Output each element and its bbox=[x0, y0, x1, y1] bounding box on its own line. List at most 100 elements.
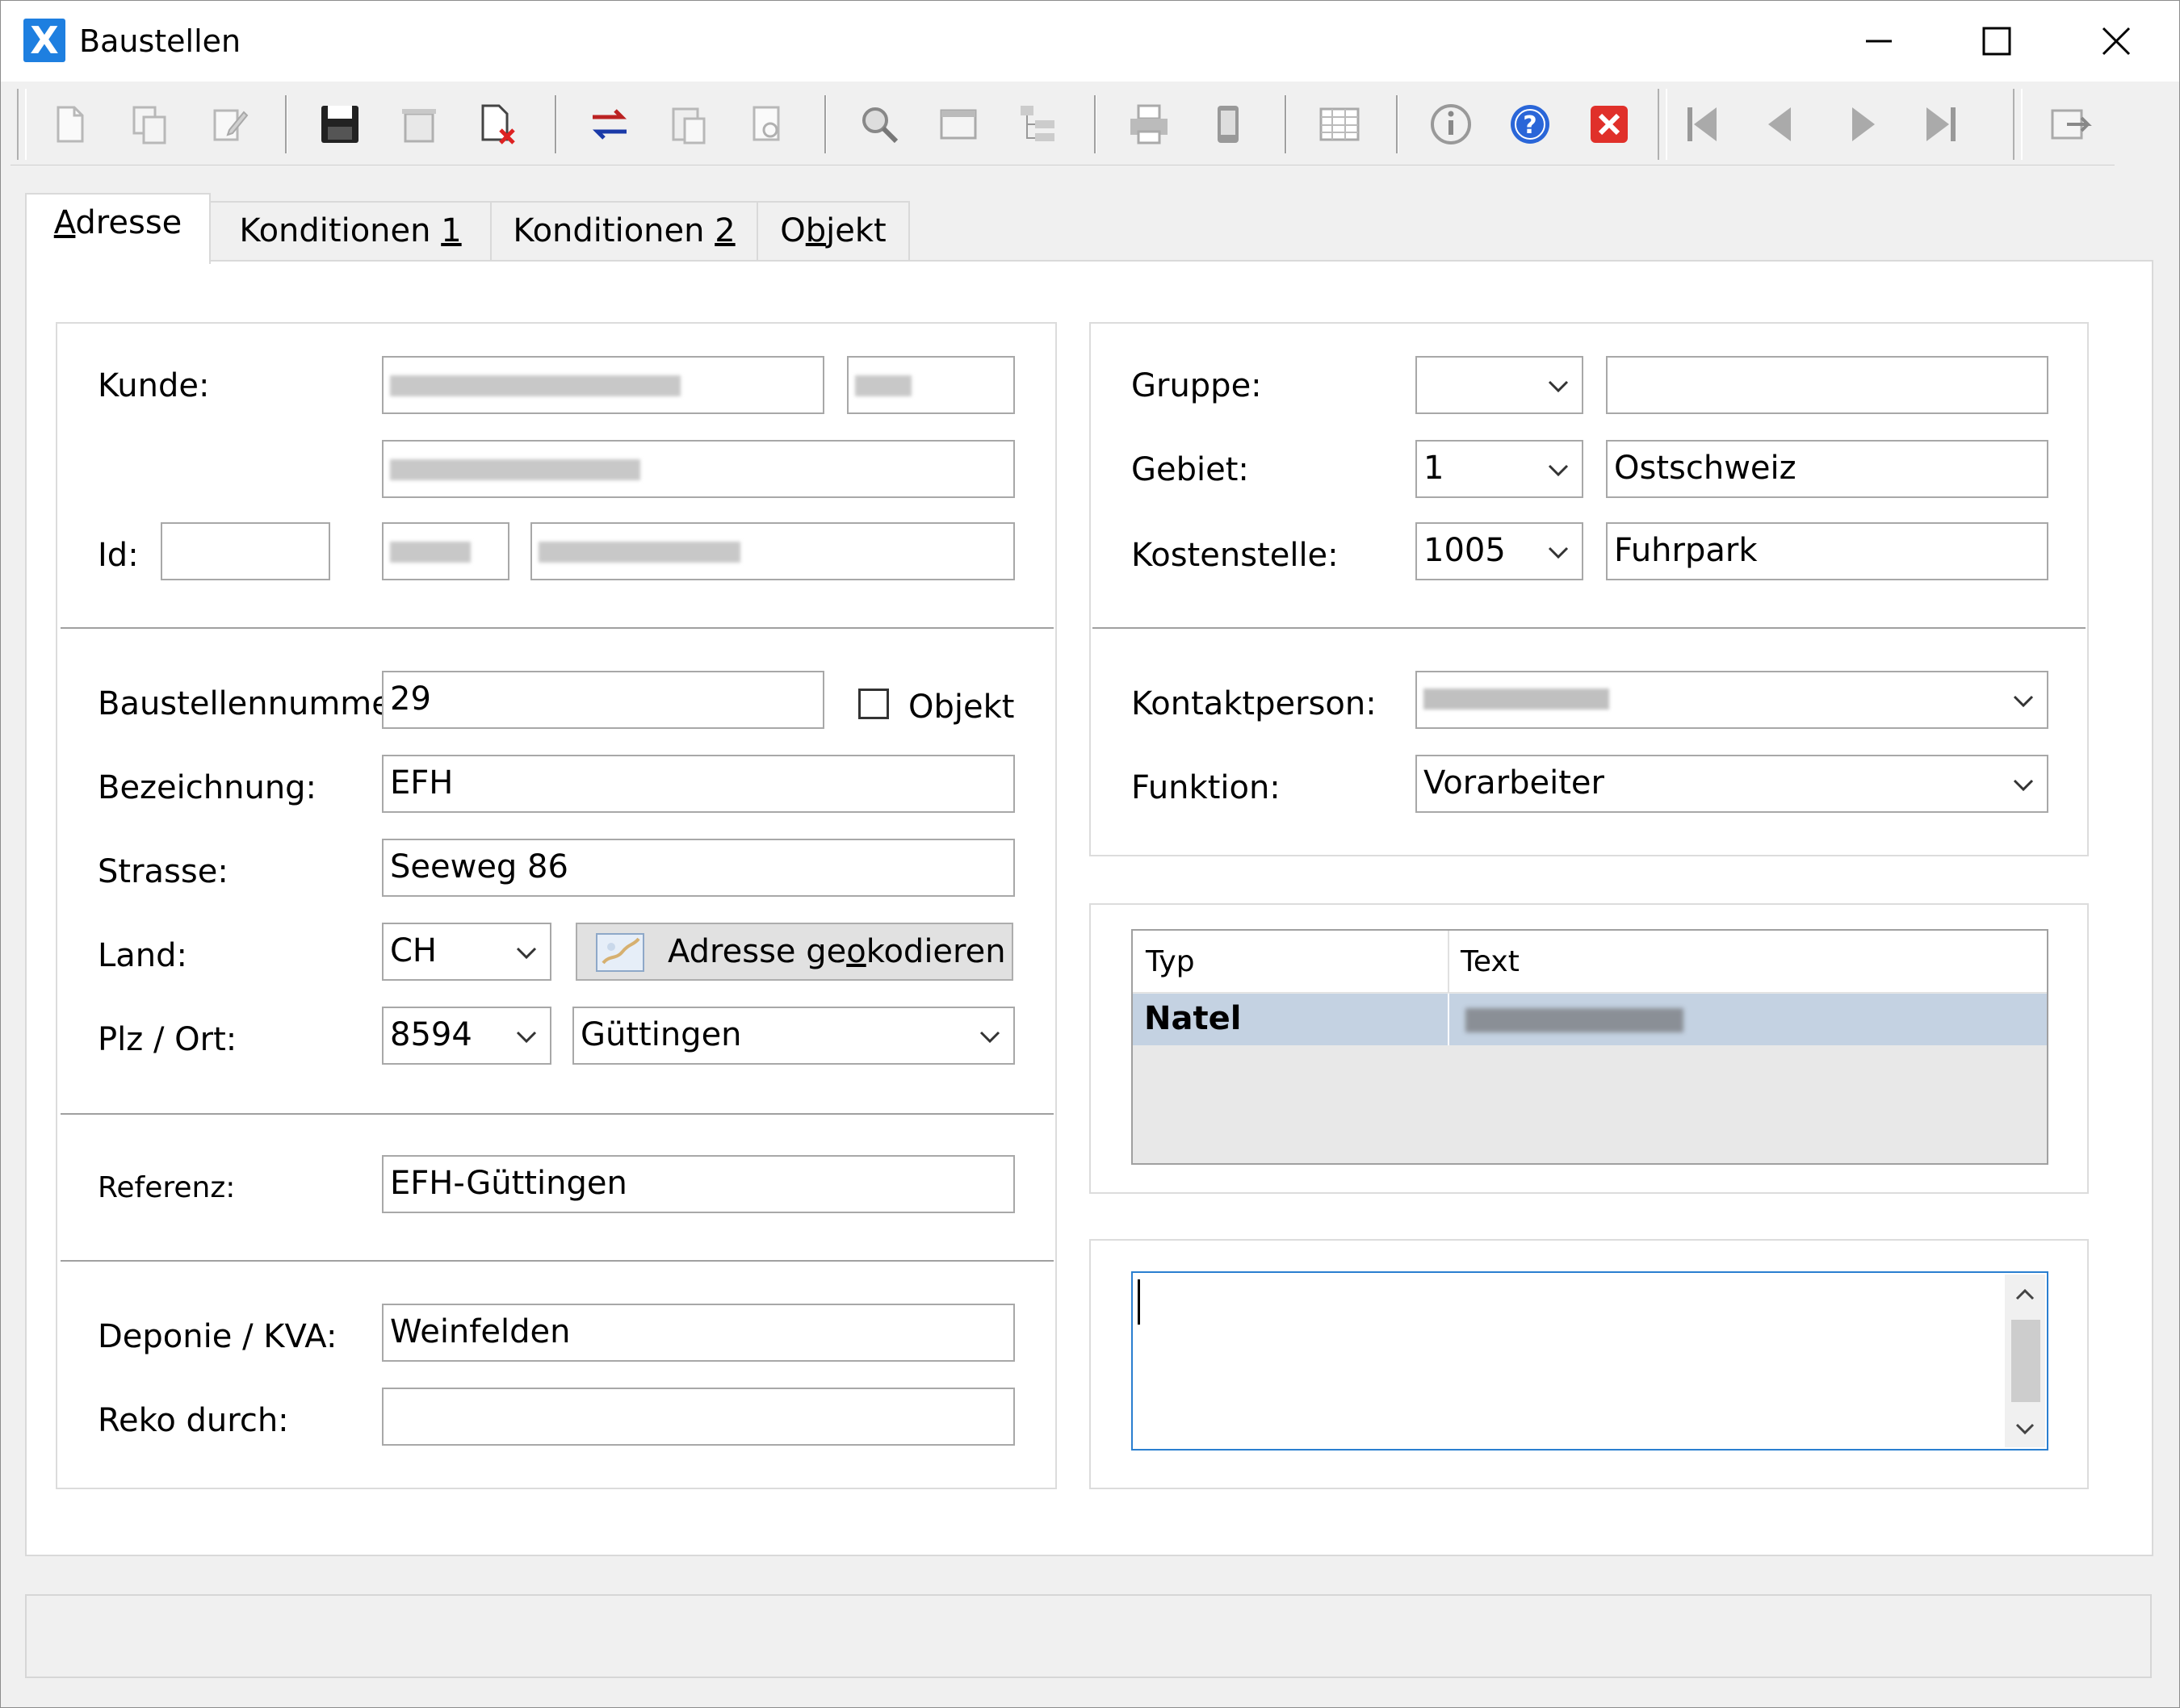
id-label: Id: bbox=[98, 537, 139, 574]
help-button[interactable]: ? bbox=[1504, 98, 1556, 150]
ort-combo[interactable]: Güttingen bbox=[572, 1007, 1015, 1065]
toolbar-grip[interactable] bbox=[17, 89, 27, 160]
tab-konditionen-2[interactable]: Konditionen 2 bbox=[490, 201, 758, 262]
print-button[interactable] bbox=[1123, 98, 1175, 150]
close-red-icon bbox=[1591, 106, 1628, 143]
edit-button[interactable] bbox=[203, 98, 254, 150]
kostenstelle-label: Kostenstelle: bbox=[1131, 537, 1339, 574]
deponie-field[interactable]: Weinfelden bbox=[382, 1304, 1015, 1362]
kunde-ort-field[interactable] bbox=[530, 522, 1015, 580]
strasse-field[interactable]: Seeweg 86 bbox=[382, 839, 1015, 897]
first-record-button[interactable] bbox=[1677, 98, 1729, 150]
map-icon bbox=[596, 933, 644, 972]
kunde-label: Kunde: bbox=[98, 367, 210, 404]
plz-combo[interactable]: 8594 bbox=[382, 1007, 551, 1065]
bezeichnung-field[interactable]: EFH bbox=[382, 755, 1015, 813]
strasse-label: Strasse: bbox=[98, 853, 228, 890]
adresse-geokodieren-button[interactable]: Adresse geokodieren bbox=[576, 923, 1013, 981]
app-icon: X bbox=[23, 19, 65, 62]
chevron-down-icon bbox=[979, 1031, 1000, 1044]
transfer-icon bbox=[592, 109, 627, 140]
copy-icon bbox=[132, 106, 166, 144]
gebiet-text-field[interactable]: Ostschweiz bbox=[1606, 440, 2048, 498]
table-row[interactable]: Natel bbox=[1133, 994, 2047, 1045]
title-bar: X Baustellen bbox=[1, 1, 2179, 82]
last-record-button[interactable] bbox=[1914, 98, 1966, 150]
preview-button[interactable] bbox=[742, 98, 794, 150]
info-button[interactable] bbox=[1425, 98, 1477, 150]
edit-icon bbox=[213, 109, 249, 141]
contact-table[interactable]: Typ Text Natel bbox=[1131, 929, 2048, 1165]
mobile-icon bbox=[1218, 106, 1239, 143]
kunde-plz-field[interactable] bbox=[382, 522, 509, 580]
mobile-button[interactable] bbox=[1202, 98, 1254, 150]
export-button[interactable] bbox=[2045, 98, 2097, 150]
reko-field[interactable] bbox=[382, 1388, 1015, 1446]
window-title: Baustellen bbox=[79, 23, 241, 59]
close-record-button[interactable] bbox=[1583, 98, 1635, 150]
chevron-down-icon bbox=[1548, 380, 1569, 393]
tab-konditionen-1[interactable]: Konditionen 1 bbox=[209, 201, 492, 262]
new-button[interactable] bbox=[44, 98, 96, 150]
column-header-text[interactable]: Text bbox=[1461, 942, 1520, 982]
land-combo[interactable]: CH bbox=[382, 923, 551, 981]
minimize-button[interactable] bbox=[1847, 17, 1911, 65]
print-icon bbox=[1130, 104, 1168, 144]
first-icon bbox=[1687, 107, 1717, 141]
chevron-down-icon bbox=[516, 1031, 537, 1044]
copy-button[interactable] bbox=[124, 98, 175, 150]
memo-scrollbar[interactable] bbox=[2005, 1275, 2045, 1447]
save-button[interactable] bbox=[314, 98, 366, 150]
scrollbar-thumb[interactable] bbox=[2011, 1320, 2040, 1402]
chevron-down-icon bbox=[1548, 464, 1569, 477]
chevron-down-icon[interactable] bbox=[2014, 1421, 2036, 1438]
maximize-icon bbox=[1982, 27, 2011, 56]
last-icon bbox=[1926, 107, 1956, 141]
close-window-button[interactable] bbox=[2084, 17, 2149, 65]
chevron-up-icon[interactable] bbox=[2014, 1286, 2036, 1302]
referenz-field[interactable]: EFH-Güttingen bbox=[382, 1155, 1015, 1213]
gruppe-label: Gruppe: bbox=[1131, 367, 1262, 404]
objekt-checkbox[interactable] bbox=[858, 689, 889, 719]
kontaktperson-combo[interactable] bbox=[1415, 671, 2048, 729]
table-button[interactable] bbox=[1314, 98, 1365, 150]
search-icon bbox=[862, 107, 899, 144]
kunde-name-field[interactable] bbox=[382, 356, 824, 414]
kunde-short-field[interactable] bbox=[847, 356, 1015, 414]
land-label: Land: bbox=[98, 937, 188, 974]
prev-record-button[interactable] bbox=[1756, 98, 1808, 150]
baustellennummer-field[interactable]: 29 bbox=[382, 671, 824, 729]
maximize-button[interactable] bbox=[1964, 17, 2029, 65]
gebiet-combo[interactable]: 1 bbox=[1415, 440, 1583, 498]
tab-adresse[interactable]: Adresse bbox=[25, 193, 211, 264]
search-button[interactable] bbox=[853, 98, 905, 150]
window-button[interactable] bbox=[933, 98, 984, 150]
kostenstelle-combo[interactable]: 1005 bbox=[1415, 522, 1583, 580]
paste-icon bbox=[672, 107, 706, 144]
window: X Baustellen ? Adresse Konditionen 1 Kon… bbox=[0, 0, 2180, 1708]
tree-icon bbox=[1021, 106, 1054, 141]
bezeichnung-label: Bezeichnung: bbox=[98, 769, 317, 806]
id-field[interactable] bbox=[161, 522, 330, 580]
trash-button[interactable] bbox=[393, 98, 445, 150]
svg-text:?: ? bbox=[1523, 111, 1536, 140]
deponie-label: Deponie / KVA: bbox=[98, 1318, 337, 1355]
chevron-down-icon bbox=[2013, 695, 2034, 708]
discard-button[interactable] bbox=[472, 98, 524, 150]
memo-textarea[interactable] bbox=[1131, 1271, 2048, 1451]
next-record-button[interactable] bbox=[1835, 98, 1887, 150]
funktion-combo[interactable]: Vorarbeiter bbox=[1415, 755, 2048, 813]
gruppe-combo[interactable] bbox=[1415, 356, 1583, 414]
tree-button[interactable] bbox=[1012, 98, 1063, 150]
minimize-icon bbox=[1866, 40, 1892, 43]
kostenstelle-text-field[interactable]: Fuhrpark bbox=[1606, 522, 2048, 580]
kunde-name2-field[interactable] bbox=[382, 440, 1015, 498]
chevron-down-icon bbox=[516, 947, 537, 960]
toolbar: ? bbox=[10, 84, 2115, 165]
paste-button[interactable] bbox=[663, 98, 715, 150]
transfer-button[interactable] bbox=[584, 98, 635, 150]
row-typ-cell: Natel bbox=[1144, 1000, 1242, 1037]
tab-objekt[interactable]: Objekt bbox=[757, 201, 910, 262]
column-header-typ[interactable]: Typ bbox=[1146, 942, 1195, 982]
gruppe-text-field[interactable] bbox=[1606, 356, 2048, 414]
